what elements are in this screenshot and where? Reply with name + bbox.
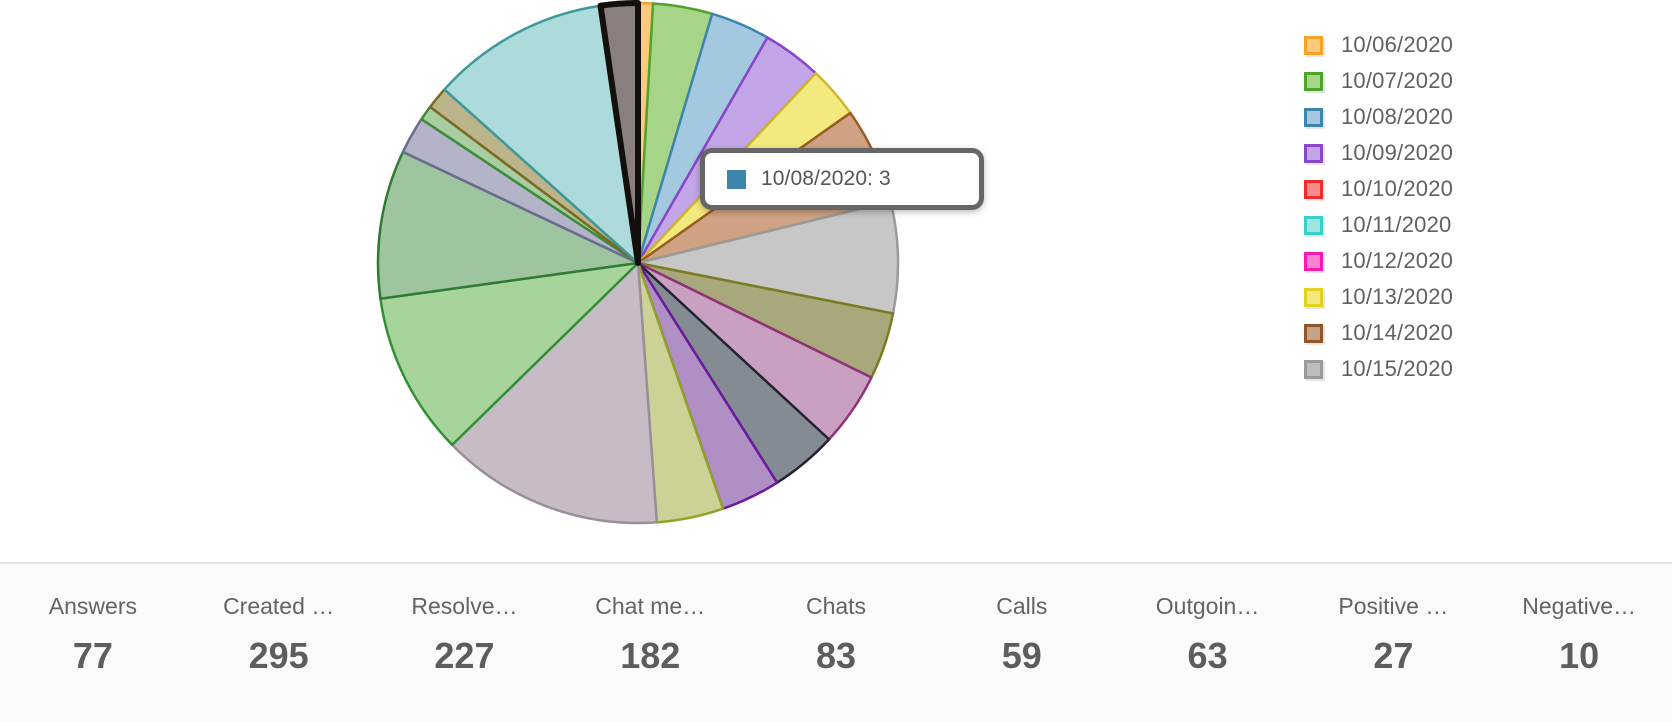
legend-swatch-icon (1304, 287, 1323, 307)
metric-value: 59 (1001, 635, 1042, 676)
legend-item[interactable]: 10/12/2020 (1300, 243, 1640, 279)
metric-tile[interactable]: Chats 83 (743, 564, 929, 722)
legend-item-label: 10/10/2020 (1341, 176, 1454, 201)
legend-swatch-icon (1304, 143, 1323, 163)
metrics-bar: Answers 77 Created … 295 Resolve… 227 Chat me…… (0, 562, 1672, 722)
legend-swatch-icon (1304, 215, 1323, 235)
metric-tile[interactable]: Outgoin… 63 (1115, 564, 1301, 722)
tooltip-label: 10/08/2020: 3 (761, 167, 891, 190)
legend-item[interactable]: 10/06/2020 (1300, 27, 1640, 63)
metric-tile[interactable]: Resolve… 227 (372, 564, 558, 722)
metric-value: 83 (815, 635, 857, 676)
legend-item-label: 10/09/2020 (1341, 140, 1454, 165)
metric-value: 227 (434, 635, 495, 676)
legend-swatch-icon (1304, 251, 1323, 271)
legend-swatch-icon (1304, 35, 1323, 55)
metric-label: Chats (805, 593, 867, 619)
chart-area: 10/08/2020: 3 10/06/2020 10/07/2020 10/08/… (0, 0, 1672, 562)
metric-label: Negative… (1522, 593, 1637, 619)
pie-slice-group[interactable] (376, 0, 900, 525)
legend-swatch-icon (1304, 71, 1323, 91)
legend-item[interactable]: 10/14/2020 (1300, 315, 1640, 351)
legend-swatch-icon (1304, 179, 1323, 199)
dashboard-pie-widget: 10/08/2020: 3 10/06/2020 10/07/2020 10/08/… (0, 0, 1672, 722)
legend-item-label: 10/14/2020 (1341, 320, 1454, 345)
metric-label: Calls (996, 593, 1048, 619)
metric-tile[interactable]: Answers 77 (0, 564, 186, 722)
legend-item-label: 10/13/2020 (1341, 284, 1454, 309)
legend-item-label: 10/08/2020 (1341, 104, 1454, 129)
metric-tile[interactable]: Chat me… 182 (557, 564, 743, 722)
legend-item[interactable]: 10/09/2020 (1300, 135, 1640, 171)
legend-swatch-icon (1304, 323, 1323, 343)
tooltip-series-swatch (727, 169, 746, 189)
legend-item[interactable]: 10/07/2020 (1300, 63, 1640, 99)
legend-item[interactable]: 10/11/2020 (1300, 207, 1640, 243)
chart-legend[interactable]: 10/06/2020 10/07/2020 10/08/2020 10/09/2020… (1300, 27, 1640, 387)
legend-item[interactable]: 10/08/2020 (1300, 99, 1640, 135)
legend-swatch-icon (1304, 359, 1323, 379)
legend-item-label: 10/06/2020 (1341, 32, 1454, 57)
metric-value: 63 (1187, 635, 1228, 676)
metric-label: Positive … (1338, 593, 1449, 619)
pie-chart[interactable] (0, 0, 1290, 562)
metric-tile[interactable]: Created … 295 (186, 564, 372, 722)
legend-item-label: 10/11/2020 (1341, 212, 1452, 237)
legend-item-label: 10/07/2020 (1341, 68, 1454, 93)
legend-item[interactable]: 10/13/2020 (1300, 279, 1640, 315)
metric-value: 295 (248, 635, 309, 676)
chart-tooltip: 10/08/2020: 3 (700, 148, 984, 210)
metric-value: 10 (1559, 635, 1600, 676)
metric-label: Outgoin… (1155, 593, 1260, 619)
metric-value: 182 (620, 635, 681, 676)
pie-chart-svg[interactable] (0, 0, 1290, 562)
legend-item-label: 10/12/2020 (1341, 248, 1454, 273)
metric-label: Chat me… (595, 593, 706, 619)
metric-tile[interactable]: Negative… 10 (1486, 564, 1672, 722)
legend-item-label: 10/15/2020 (1341, 356, 1454, 381)
metric-value: 27 (1373, 635, 1414, 676)
metric-tile[interactable]: Positive … 27 (1300, 564, 1486, 722)
metric-label: Resolve… (411, 593, 518, 619)
legend-item[interactable]: 10/15/2020 (1300, 351, 1640, 387)
legend-item[interactable]: 10/10/2020 (1300, 171, 1640, 207)
metric-value: 77 (72, 635, 113, 676)
metric-tile[interactable]: Calls 59 (929, 564, 1115, 722)
metric-label: Created … (223, 593, 335, 619)
legend-swatch-icon (1304, 107, 1323, 127)
metric-label: Answers (48, 593, 137, 619)
